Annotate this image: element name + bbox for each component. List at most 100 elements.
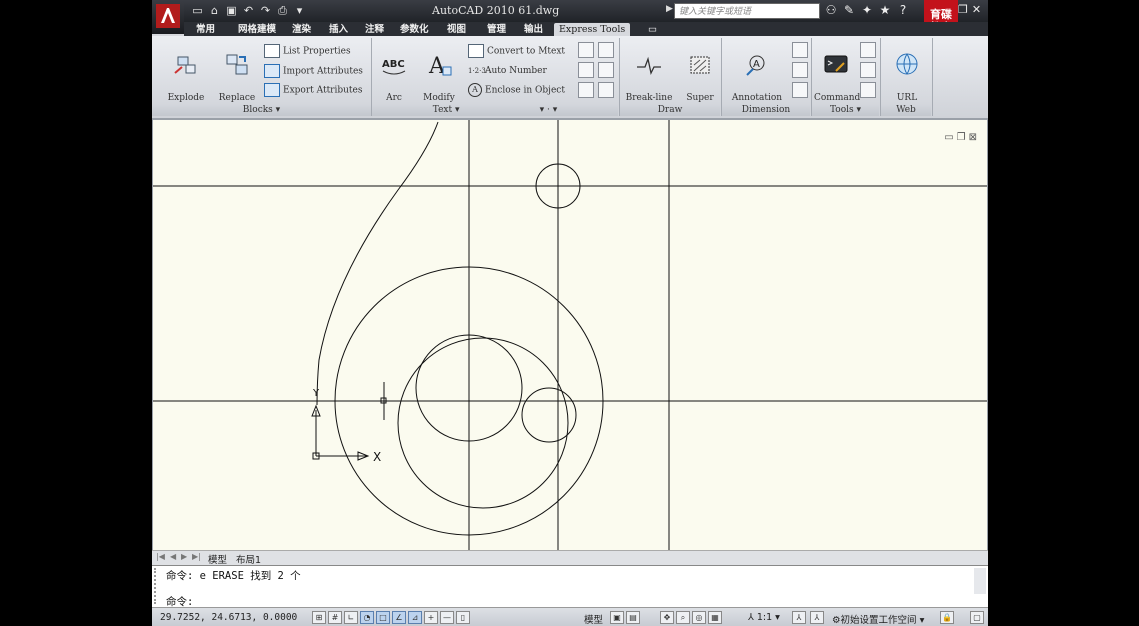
save-icon[interactable]: ▣ bbox=[224, 3, 239, 18]
steeringwheel-icon[interactable]: ◎ bbox=[692, 611, 706, 624]
tools-icon-2[interactable] bbox=[860, 62, 876, 78]
import-attributes-button[interactable]: Import Attributes bbox=[264, 64, 363, 78]
quick-view-layouts-icon[interactable]: ▣ bbox=[610, 611, 624, 624]
restore-icon[interactable]: ❐ bbox=[958, 3, 968, 16]
close-icon[interactable]: ✕ bbox=[972, 3, 981, 16]
tab-insert[interactable]: 插入 bbox=[329, 23, 348, 36]
plot-icon[interactable]: ⎙ bbox=[275, 3, 290, 18]
showmotion-icon[interactable]: ▦ bbox=[708, 611, 722, 624]
ortho-toggle[interactable]: ∟ bbox=[344, 611, 358, 624]
text-tool-icon-2[interactable] bbox=[598, 42, 614, 58]
tab-home[interactable]: 常用 bbox=[196, 23, 215, 36]
text-tool-icon-4[interactable] bbox=[598, 62, 614, 78]
text-tool-icon-3[interactable] bbox=[578, 62, 594, 78]
command-window: 命令: e ERASE 找到 2 个 命令: bbox=[152, 565, 988, 608]
search-expand-icon[interactable]: ▶ bbox=[666, 4, 673, 14]
drawing-geometry: X Y bbox=[153, 120, 987, 550]
list-properties-button[interactable]: List Properties bbox=[264, 44, 351, 58]
help-icon[interactable]: ? bbox=[896, 3, 910, 17]
break-line-icon bbox=[637, 56, 661, 75]
convert-to-mtext-button[interactable]: Convert to Mtext bbox=[468, 44, 565, 58]
quick-access-toolbar: ▭ ⌂ ▣ ↶ ↷ ⎙ ▾ bbox=[190, 3, 307, 19]
convert-mtext-icon bbox=[468, 44, 484, 58]
polar-toggle[interactable]: ◔ bbox=[360, 611, 374, 624]
communication-icon[interactable]: ✦ bbox=[860, 3, 874, 17]
tab-parametric[interactable]: 参数化 bbox=[400, 23, 429, 36]
dyn-toggle[interactable]: + bbox=[424, 611, 438, 624]
blocks-panel-title[interactable]: Blocks ▾ bbox=[152, 104, 371, 116]
tools-panel-title[interactable]: Tools ▾ bbox=[812, 104, 879, 116]
status-bar: 29.7252, 24.6713, 0.0000 ⊞ # ∟ ◔ □ ∠ ⊿ +… bbox=[152, 607, 988, 626]
grid-toggle[interactable]: # bbox=[328, 611, 342, 624]
text-tool-icon-5[interactable] bbox=[578, 82, 594, 98]
enclose-in-object-button[interactable]: A Enclose in Object bbox=[468, 83, 565, 97]
qat-dropdown-icon[interactable]: ▾ bbox=[292, 3, 307, 18]
dimension-panel-title[interactable]: Dimension bbox=[722, 104, 810, 116]
dimension-tool-icon-3[interactable] bbox=[792, 82, 808, 98]
web-panel-title[interactable]: Web bbox=[881, 104, 931, 116]
tab-express-tools[interactable]: Express Tools bbox=[554, 23, 631, 36]
layout-nav-first-icon[interactable]: |◀ bbox=[156, 552, 165, 561]
workspace-switcher[interactable]: ⚙初始设置工作空间 ▾ bbox=[832, 612, 924, 626]
tab-annotate[interactable]: 注释 bbox=[365, 23, 384, 36]
osnap-toggle[interactable]: □ bbox=[376, 611, 390, 624]
tab-overflow-icon[interactable]: ▭ bbox=[648, 23, 657, 36]
zoom-icon[interactable]: ⌕ bbox=[676, 611, 690, 624]
search-input[interactable]: 键入关键字或短语 bbox=[674, 3, 820, 19]
text-tool-icon-1[interactable] bbox=[578, 42, 594, 58]
draw-panel-title[interactable]: Draw bbox=[620, 104, 720, 116]
model-space-label[interactable]: 模型 bbox=[584, 612, 603, 626]
lwt-toggle[interactable]: — bbox=[440, 611, 454, 624]
lock-icon[interactable]: 🔒 bbox=[940, 611, 954, 624]
svg-text:ABC: ABC bbox=[382, 59, 405, 70]
tools-icon-3[interactable] bbox=[860, 82, 876, 98]
tools-icon-1[interactable] bbox=[860, 42, 876, 58]
qp-toggle[interactable]: ▯ bbox=[456, 611, 470, 624]
command-window-grip[interactable] bbox=[154, 568, 164, 604]
annotation-attachment-icon: A bbox=[746, 55, 765, 76]
text-tool-icon-6[interactable] bbox=[598, 82, 614, 98]
drawing-canvas[interactable]: ▭ ❐ ⊠ X Y bbox=[152, 119, 988, 551]
annotation-scale[interactable]: ⅄ 1:1 ▾ bbox=[748, 612, 780, 623]
tab-manage[interactable]: 管理 bbox=[487, 23, 506, 36]
tab-model[interactable]: 模型 bbox=[208, 552, 227, 566]
snap-toggle[interactable]: ⊞ bbox=[312, 611, 326, 624]
infocenter-icons: ⚇ ✎ ✦ ★ ? bbox=[824, 3, 910, 17]
redo-icon[interactable]: ↷ bbox=[258, 3, 273, 18]
auto-number-button[interactable]: 1·2·3Auto Number bbox=[468, 64, 547, 78]
enclose-icon: A bbox=[468, 83, 482, 97]
dimension-tool-icon-2[interactable] bbox=[792, 62, 808, 78]
layout-nav-last-icon[interactable]: ▶| bbox=[192, 552, 201, 561]
tab-view[interactable]: 视图 bbox=[447, 23, 466, 36]
text-panel-title[interactable]: Text ▾ ▾ · ▾ bbox=[372, 104, 618, 116]
binoculars-icon[interactable]: ⚇ bbox=[824, 3, 838, 17]
open-icon[interactable]: ⌂ bbox=[207, 3, 222, 18]
tab-output[interactable]: 输出 bbox=[524, 23, 543, 36]
application-menu-button[interactable] bbox=[152, 0, 184, 34]
otrack-toggle[interactable]: ∠ bbox=[392, 611, 406, 624]
auto-scale-icon[interactable]: ⅄ bbox=[810, 611, 824, 624]
coordinate-readout: 29.7252, 24.6713, 0.0000 bbox=[160, 612, 298, 623]
ducs-toggle[interactable]: ⊿ bbox=[408, 611, 422, 624]
auto-number-icon: 1·2·3 bbox=[468, 66, 486, 75]
window-controls: ❐ ✕ bbox=[958, 3, 981, 16]
command-scrollbar[interactable] bbox=[974, 568, 986, 594]
tab-layout1[interactable]: 布局1 bbox=[236, 552, 261, 566]
dimension-tool-icon-1[interactable] bbox=[792, 42, 808, 58]
tab-render[interactable]: 渲染 bbox=[292, 23, 311, 36]
medium-circle bbox=[397, 337, 569, 509]
export-attributes-button[interactable]: Export Attributes bbox=[264, 83, 362, 97]
layout-nav-prev-icon[interactable]: ◀ bbox=[170, 552, 176, 561]
subscription-icon[interactable]: ✎ bbox=[842, 3, 856, 17]
annotation-visibility-icon[interactable]: ⅄ bbox=[792, 611, 806, 624]
command-history: 命令: e ERASE 找到 2 个 bbox=[166, 570, 301, 582]
autocad-logo-icon bbox=[156, 4, 180, 28]
layout-nav-next-icon[interactable]: ▶ bbox=[181, 552, 187, 561]
new-icon[interactable]: ▭ bbox=[190, 3, 205, 18]
quick-view-drawings-icon[interactable]: ▤ bbox=[626, 611, 640, 624]
undo-icon[interactable]: ↶ bbox=[241, 3, 256, 18]
pan-icon[interactable]: ✥ bbox=[660, 611, 674, 624]
clean-screen-icon[interactable]: ▢ bbox=[970, 611, 984, 624]
tab-mesh-modeling[interactable]: 网格建模 bbox=[238, 23, 276, 36]
favorites-icon[interactable]: ★ bbox=[878, 3, 892, 17]
